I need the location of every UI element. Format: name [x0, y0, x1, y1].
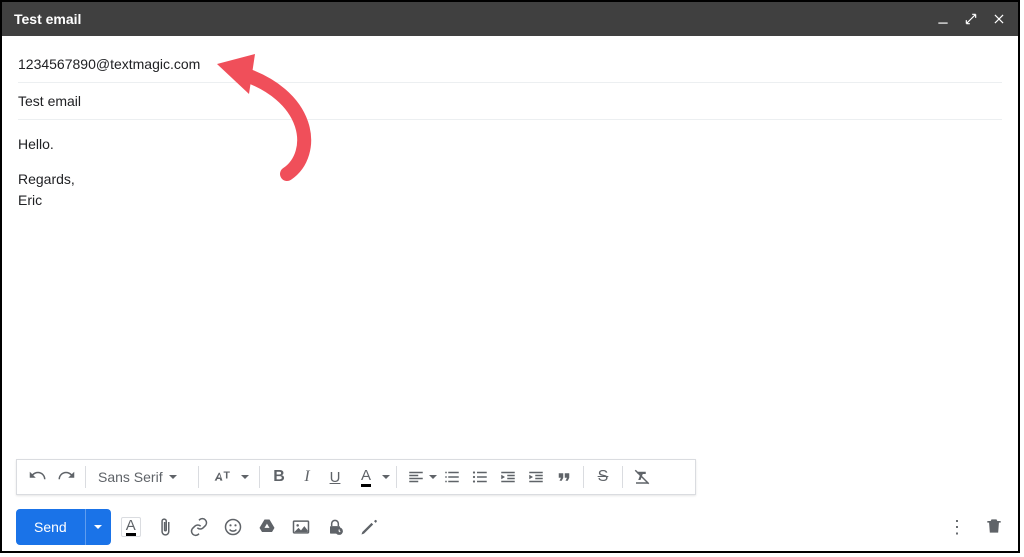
insert-signature-icon[interactable]: [359, 517, 379, 537]
close-icon[interactable]: [992, 12, 1006, 26]
subject-field[interactable]: Test email: [18, 83, 1002, 120]
chevron-down-icon: [382, 475, 390, 479]
chevron-down-icon: [241, 475, 249, 479]
insert-drive-icon[interactable]: [257, 517, 277, 537]
minimize-icon[interactable]: [936, 12, 950, 26]
header-fields: 1234567890@textmagic.com Test email: [2, 36, 1018, 120]
confidential-mode-icon[interactable]: [325, 517, 345, 537]
formatting-toolbar: Sans Serif T B I U A: [16, 459, 696, 495]
italic-button[interactable]: I: [294, 463, 320, 491]
to-field[interactable]: 1234567890@textmagic.com: [18, 46, 1002, 83]
unordered-list-button[interactable]: [467, 463, 493, 491]
send-button[interactable]: Send: [16, 509, 85, 545]
align-button[interactable]: [403, 463, 429, 491]
body-signature: Regards, Eric: [18, 169, 1002, 211]
compose-header: Test email: [2, 2, 1018, 36]
insert-emoji-icon[interactable]: [223, 517, 243, 537]
font-family-label: Sans Serif: [98, 469, 163, 485]
font-size-button[interactable]: T: [205, 463, 239, 491]
remove-formatting-button[interactable]: [629, 463, 655, 491]
chevron-down-icon: [169, 475, 177, 479]
body-greeting: Hello.: [18, 134, 1002, 155]
chevron-down-icon: [429, 475, 437, 479]
compose-title: Test email: [14, 11, 936, 27]
more-options-icon[interactable]: ⋮: [948, 517, 966, 538]
indent-more-button[interactable]: [523, 463, 549, 491]
chevron-down-icon: [94, 525, 102, 529]
compose-window: Test email 1234567890@textmagic.com Test…: [0, 0, 1020, 553]
quote-button[interactable]: [551, 463, 577, 491]
send-options-button[interactable]: [85, 509, 111, 545]
popout-icon[interactable]: [964, 12, 978, 26]
insert-photo-icon[interactable]: [291, 517, 311, 537]
formatting-toggle-button[interactable]: A: [121, 517, 141, 537]
strikethrough-button[interactable]: S: [590, 463, 616, 491]
insert-link-icon[interactable]: [189, 517, 209, 537]
indent-less-button[interactable]: [495, 463, 521, 491]
underline-button[interactable]: U: [322, 463, 348, 491]
bold-button[interactable]: B: [266, 463, 292, 491]
redo-button[interactable]: [53, 463, 79, 491]
message-body[interactable]: Hello. Regards, Eric: [2, 120, 1018, 459]
compose-action-bar: Send A: [2, 503, 1018, 551]
ordered-list-button[interactable]: [439, 463, 465, 491]
attach-file-icon[interactable]: [155, 517, 175, 537]
font-family-select[interactable]: Sans Serif: [92, 469, 192, 485]
undo-button[interactable]: [25, 463, 51, 491]
discard-draft-icon[interactable]: [984, 516, 1004, 539]
svg-text:T: T: [224, 470, 231, 482]
text-color-button[interactable]: A: [350, 463, 382, 491]
